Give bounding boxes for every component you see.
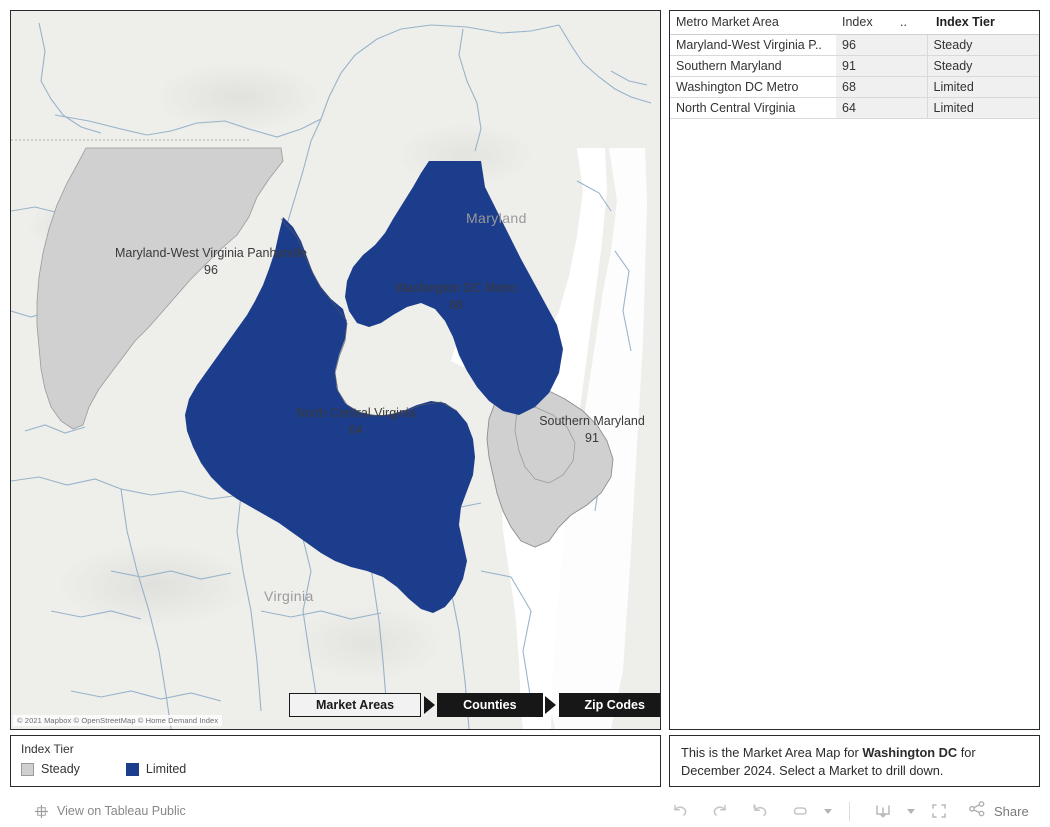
region-internal-boundary: [334, 322, 458, 417]
table-row[interactable]: Washington DC Metro 68 Limited: [670, 76, 1039, 98]
legend-item-limited[interactable]: Limited: [125, 762, 187, 776]
cell-index: 68: [836, 76, 894, 98]
download-dropdown-caret-icon[interactable]: [903, 796, 919, 826]
undo-icon[interactable]: [660, 796, 700, 826]
legend-label-limited: Limited: [145, 762, 187, 776]
view-on-tableau-public-link[interactable]: View on Tableau Public: [34, 804, 186, 819]
toolbar-divider: [849, 801, 850, 821]
cell-index-tier: Limited: [926, 76, 1039, 98]
cell-index: 91: [836, 55, 894, 77]
refresh-icon[interactable]: [780, 796, 820, 826]
breadcrumb-market-areas[interactable]: Market Areas: [289, 693, 422, 717]
legend-title: Index Tier: [21, 742, 74, 756]
refresh-dropdown-caret-icon[interactable]: [820, 796, 836, 826]
footer-toolbar: View on Tableau Public Share: [0, 795, 1050, 827]
viz-toolbar: Share: [660, 796, 1029, 826]
caption-market-name: Washington DC: [862, 745, 958, 760]
cell-dots: [894, 97, 927, 119]
legend-panel: Index Tier Steady Limited: [10, 735, 661, 787]
table-row[interactable]: Southern Maryland 91 Steady: [670, 55, 1039, 77]
share-icon: [967, 799, 987, 824]
dashboard-root: Maryland Virginia Maryland-West Virginia…: [0, 0, 1050, 827]
view-on-tableau-public-label: View on Tableau Public: [57, 804, 186, 818]
redo-icon[interactable]: [700, 796, 740, 826]
column-header-metro-market-area[interactable]: Metro Market Area: [670, 11, 836, 35]
table-header-row: Metro Market Area Index .. Index Tier: [670, 11, 1039, 35]
map-canvas[interactable]: Maryland Virginia Maryland-West Virginia…: [11, 11, 660, 729]
cell-index: 64: [836, 97, 894, 119]
breadcrumb-arrow-icon-1: [421, 693, 437, 717]
cell-index: 96: [836, 34, 894, 56]
legend-items: Steady Limited: [21, 762, 650, 776]
legend-swatch-limited: [125, 762, 139, 776]
tableau-logo-icon: [34, 804, 49, 819]
share-label: Share: [994, 803, 1029, 819]
cell-index-tier: Steady: [926, 34, 1039, 56]
column-header-dots[interactable]: ..: [894, 11, 927, 35]
breadcrumb-zip-codes[interactable]: Zip Codes: [558, 693, 660, 717]
share-button[interactable]: Share: [959, 799, 1029, 824]
map-attribution: © 2021 Mapbox © OpenStreetMap © Home Dem…: [13, 715, 223, 726]
cell-market-area: Washington DC Metro: [670, 76, 836, 98]
metro-market-area-table: Metro Market Area Index .. Index Tier Ma…: [670, 11, 1039, 119]
column-header-index-tier[interactable]: Index Tier: [927, 11, 1039, 35]
cell-dots: [894, 76, 927, 98]
legend-item-steady[interactable]: Steady: [21, 762, 80, 776]
cell-dots: [894, 55, 927, 77]
cell-market-area: North Central Virginia: [670, 97, 836, 119]
fullscreen-icon[interactable]: [919, 796, 959, 826]
drill-down-breadcrumb[interactable]: Market Areas Counties Zip Codes: [289, 693, 660, 717]
cell-market-area: Southern Maryland: [670, 55, 836, 77]
table-row[interactable]: Maryland-West Virginia P.. 96 Steady: [670, 34, 1039, 56]
metro-market-area-table-panel[interactable]: Metro Market Area Index .. Index Tier Ma…: [669, 10, 1040, 730]
cell-index-tier: Steady: [926, 55, 1039, 77]
column-header-index[interactable]: Index: [836, 11, 894, 35]
breadcrumb-arrow-icon-2: [543, 693, 559, 717]
table-row[interactable]: North Central Virginia 64 Limited: [670, 97, 1039, 119]
cell-dots: [894, 34, 927, 56]
cell-index-tier: Limited: [926, 97, 1039, 119]
region-washington-dc-metro: [345, 161, 563, 415]
caption-panel: This is the Market Area Map for Washingt…: [669, 735, 1040, 787]
breadcrumb-counties[interactable]: Counties: [437, 693, 543, 717]
cell-market-area: Maryland-West Virginia P..: [670, 34, 836, 56]
map-vector-layer: [11, 22, 652, 729]
caption-prefix: This is the Market Area Map for: [681, 745, 863, 760]
legend-swatch-steady: [21, 762, 34, 776]
table-body: Maryland-West Virginia P.. 96 Steady Sou…: [670, 34, 1039, 119]
legend-label-steady: Steady: [41, 762, 80, 776]
download-icon[interactable]: [863, 796, 903, 826]
revert-icon[interactable]: [740, 796, 780, 826]
map-panel[interactable]: Maryland Virginia Maryland-West Virginia…: [10, 10, 661, 730]
